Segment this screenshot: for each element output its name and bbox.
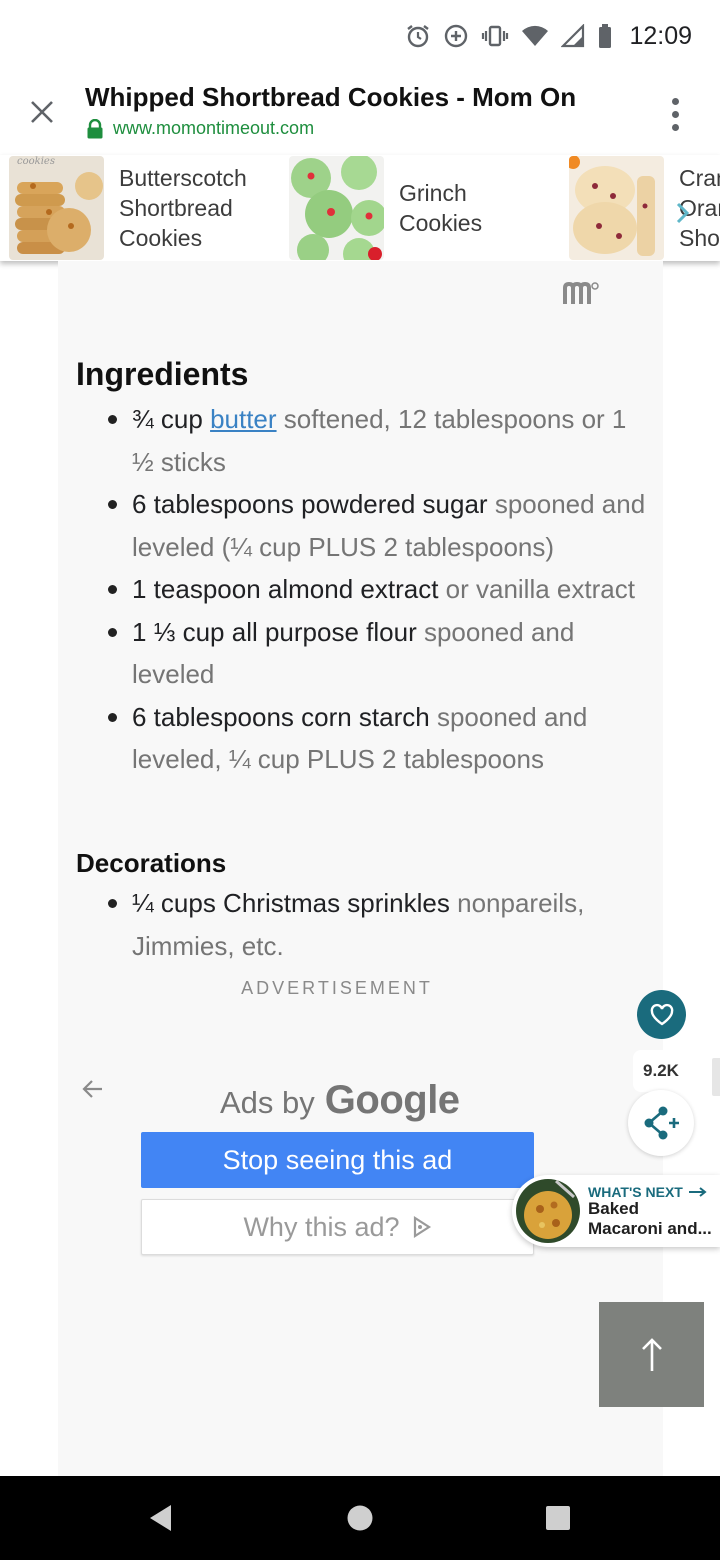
arrow-right-icon (688, 1187, 707, 1197)
related-recipes-carousel: cookies Butterscotch Shortbread Cookies Gr… (0, 155, 720, 261)
side-panel-tab[interactable] (712, 1058, 720, 1096)
lock-icon (87, 118, 103, 138)
ingredients-heading: Ingredients (76, 356, 249, 392)
stop-seeing-ad-button[interactable]: Stop seeing this ad (141, 1132, 534, 1188)
home-circle-icon (347, 1505, 373, 1531)
url-bar[interactable]: www.momontimeout.com (86, 118, 314, 139)
google-logo: Google (324, 1078, 460, 1122)
data-saver-icon (443, 23, 469, 49)
decorations-heading: Decorations (76, 848, 227, 878)
list-item: 6 tablespoons corn starch spooned and le… (76, 696, 646, 781)
whats-next-title: Baked Macaroni and... (588, 1199, 712, 1238)
clock: 12:09 (629, 21, 692, 50)
list-item: ¼ cups Christmas sprinkles nonpareils, J… (76, 882, 646, 967)
share-button[interactable] (628, 1090, 694, 1156)
why-this-ad-button[interactable]: Why this ad? (141, 1199, 534, 1255)
page-title: Whipped Shortbread Cookies - Mom On (85, 82, 577, 112)
recents-square-icon (546, 1506, 570, 1530)
related-recipe-label: Butterscotch Shortbread Cookies (119, 165, 247, 251)
signal-icon (561, 24, 585, 48)
arrow-left-icon (82, 1080, 102, 1098)
decorations-list: ¼ cups Christmas sprinkles nonpareils, J… (76, 882, 646, 967)
close-icon (31, 101, 53, 123)
list-item: 1 teaspoon almond extract or vanilla ext… (76, 568, 646, 611)
related-recipe-grinch[interactable]: Grinch Cookies (289, 155, 482, 261)
whats-next-label: WHAT'S NEXT (588, 1184, 707, 1200)
grinch-cookies-thumbnail (289, 156, 384, 260)
wifi-icon (521, 24, 549, 48)
more-vert-icon[interactable] (658, 92, 692, 136)
share-icon (644, 1106, 679, 1140)
home-button[interactable] (340, 1498, 380, 1538)
svg-text:cookies: cookies (17, 156, 55, 167)
vibrate-icon (481, 23, 509, 49)
arrow-up-icon (641, 1337, 662, 1371)
related-recipe-cranberry[interactable]: CranOranSho (569, 155, 720, 261)
share-count: 9.2K (633, 1050, 689, 1092)
baked-macaroni-thumbnail (516, 1179, 580, 1243)
battery-icon (597, 23, 613, 49)
url-text: www.momontimeout.com (113, 118, 315, 138)
adchoices-icon (413, 1216, 431, 1238)
related-recipe-butterscotch[interactable]: cookies Butterscotch Shortbread Cookies (9, 155, 247, 261)
list-item: ¾ cup butter softened, 12 tablespoons or… (76, 398, 646, 483)
butter-link[interactable]: butter (210, 404, 277, 434)
cranberry-cookies-thumbnail (569, 156, 664, 260)
mediavine-logo-icon (562, 280, 600, 313)
back-button[interactable] (140, 1498, 180, 1538)
back-triangle-icon (150, 1505, 171, 1531)
related-recipe-label: CranOranSho (676, 163, 720, 253)
butterscotch-cookies-thumbnail: cookies (9, 156, 104, 260)
favorite-button[interactable] (637, 990, 686, 1039)
status-bar: 12:09 (0, 0, 720, 70)
related-recipe-label: Grinch Cookies (399, 180, 483, 236)
ads-by-google: Ads by Google (220, 1078, 460, 1122)
status-icons: 12:09 (405, 18, 692, 54)
carousel-next-icon[interactable] (675, 201, 691, 225)
heart-icon (650, 1003, 673, 1025)
scroll-to-top-button[interactable] (599, 1302, 704, 1407)
list-item: 6 tablespoons powdered sugar spooned and… (76, 483, 646, 568)
whats-next-card[interactable]: WHAT'S NEXT Baked Macaroni and... (512, 1175, 720, 1247)
advertisement-label: ADVERTISEMENT (241, 978, 433, 998)
recents-button[interactable] (538, 1498, 578, 1538)
ingredients-list: ¾ cup butter softened, 12 tablespoons or… (76, 398, 646, 781)
list-item: 1 ⅓ cup all purpose flour spooned and le… (76, 611, 646, 696)
browser-toolbar: Whipped Shortbread Cookies - Mom On www.… (0, 70, 720, 156)
navigation-bar (0, 1476, 720, 1560)
ad-back-button[interactable] (80, 1076, 106, 1102)
alarm-icon (405, 23, 431, 49)
close-button[interactable] (22, 92, 62, 132)
